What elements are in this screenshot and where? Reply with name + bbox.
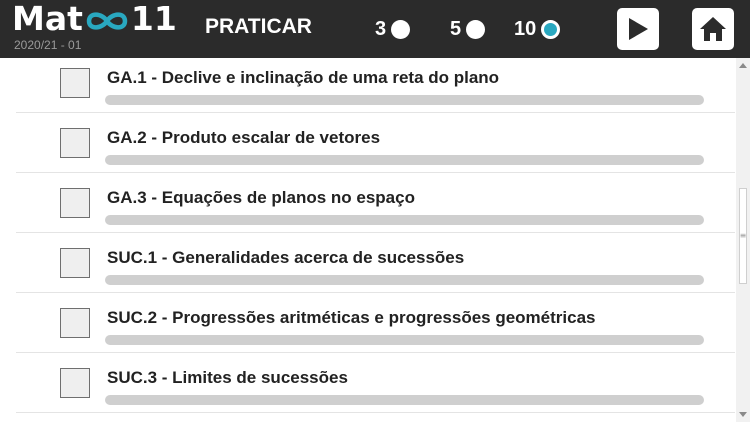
topic-progress-bar bbox=[105, 215, 704, 225]
logo-text-left: Mat bbox=[12, 0, 83, 38]
logo-text-right: 11 bbox=[130, 0, 177, 38]
topic-progress-bar bbox=[105, 395, 704, 405]
radio-button-selected[interactable] bbox=[541, 19, 561, 39]
topic-checkbox[interactable] bbox=[60, 308, 90, 338]
topic-title: SUC.2 - Progressões aritméticas e progre… bbox=[107, 308, 596, 327]
home-button[interactable] bbox=[692, 8, 734, 50]
radio-button[interactable] bbox=[466, 19, 486, 39]
topic-progress-bar bbox=[105, 155, 704, 165]
topic-progress-bar bbox=[105, 95, 704, 105]
list-item[interactable]: SUC.3 - Limites de sucessões bbox=[16, 353, 735, 413]
grip-icon: ≡ bbox=[739, 231, 747, 240]
list-item[interactable]: SUC.1 - Generalidades acerca de sucessõe… bbox=[16, 233, 735, 293]
topic-progress-bar bbox=[105, 275, 704, 285]
topic-checkbox[interactable] bbox=[60, 248, 90, 278]
scroll-down-arrow-icon[interactable] bbox=[739, 412, 747, 417]
topic-title: GA.2 - Produto escalar de vetores bbox=[107, 128, 381, 147]
topic-list[interactable]: GA.1 - Declive e inclinação de uma reta … bbox=[16, 58, 735, 422]
scroll-up-arrow-icon[interactable] bbox=[739, 63, 747, 68]
vertical-scrollbar[interactable]: ≡ bbox=[736, 58, 750, 422]
start-button[interactable] bbox=[617, 8, 659, 50]
app-logo: Mat 11 bbox=[12, 0, 177, 38]
question-count-label: 10 bbox=[514, 17, 537, 40]
question-count-label: 3 bbox=[375, 17, 387, 40]
list-item[interactable]: GA.3 - Equações de planos no espaço bbox=[16, 173, 735, 233]
home-icon bbox=[700, 17, 726, 41]
question-count-5[interactable]: 5 bbox=[450, 17, 486, 41]
question-count-3[interactable]: 3 bbox=[375, 17, 411, 41]
topic-title: SUC.3 - Limites de sucessões bbox=[107, 368, 348, 387]
list-item[interactable]: GA.1 - Declive e inclinação de uma reta … bbox=[16, 58, 735, 113]
app-header: Mat 11 2020/21 - 01 PRATICAR 3 5 10 bbox=[0, 0, 750, 58]
topic-title: SUC.1 - Generalidades acerca de sucessõe… bbox=[107, 248, 465, 267]
topic-checkbox[interactable] bbox=[60, 368, 90, 398]
list-item[interactable]: GA.2 - Produto escalar de vetores bbox=[16, 113, 735, 173]
list-item[interactable]: SUC.2 - Progressões aritméticas e progre… bbox=[16, 293, 735, 353]
topic-checkbox[interactable] bbox=[60, 68, 90, 98]
page-title: PRATICAR bbox=[205, 15, 312, 38]
play-icon bbox=[629, 18, 648, 40]
topic-checkbox[interactable] bbox=[60, 188, 90, 218]
topic-progress-bar bbox=[105, 335, 704, 345]
question-count-label: 5 bbox=[450, 17, 462, 40]
infinity-logo-icon bbox=[86, 12, 128, 30]
radio-button[interactable] bbox=[391, 19, 411, 39]
topic-title: GA.1 - Declive e inclinação de uma reta … bbox=[107, 68, 500, 87]
topic-title: GA.3 - Equações de planos no espaço bbox=[107, 188, 415, 207]
question-count-10[interactable]: 10 bbox=[514, 17, 561, 41]
topic-checkbox[interactable] bbox=[60, 128, 90, 158]
scrollbar-thumb[interactable]: ≡ bbox=[739, 188, 747, 284]
season-label: 2020/21 - 01 bbox=[14, 38, 82, 52]
